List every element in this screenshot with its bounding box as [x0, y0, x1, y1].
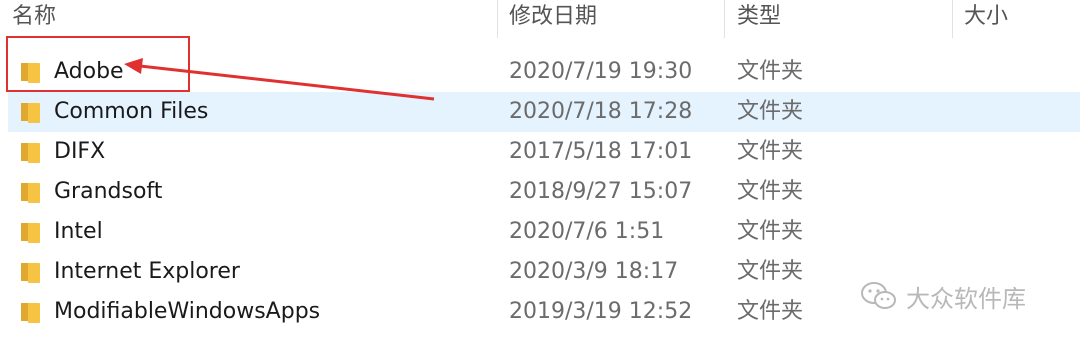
file-name: Intel	[54, 219, 103, 244]
file-date: 2020/7/18 17:28	[509, 99, 693, 124]
folder-icon	[21, 183, 40, 203]
file-date: 2020/3/9 18:17	[509, 259, 679, 284]
folder-icon	[21, 303, 40, 323]
file-row-grandsoft[interactable]: Grandsoft 2018/9/27 15:07 文件夹	[8, 172, 1080, 212]
file-type: 文件夹	[737, 219, 804, 244]
file-type: 文件夹	[737, 59, 804, 84]
file-type: 文件夹	[737, 139, 804, 164]
file-name: DIFX	[54, 139, 106, 164]
column-header-bar: 名称 修改日期 类型 大小	[0, 0, 1080, 38]
column-divider[interactable]	[724, 0, 725, 38]
wechat-icon	[861, 282, 896, 309]
watermark-text: 大众软件库	[906, 284, 1026, 313]
file-type: 文件夹	[737, 99, 804, 124]
file-date: 2017/5/18 17:01	[509, 139, 693, 164]
folder-icon	[21, 103, 40, 123]
file-row-difx[interactable]: DIFX 2017/5/18 17:01 文件夹	[8, 132, 1080, 172]
file-type: 文件夹	[737, 259, 804, 284]
file-date: 2019/3/19 12:52	[509, 299, 693, 324]
folder-icon	[21, 263, 40, 283]
column-header-size[interactable]: 大小	[964, 2, 1008, 36]
folder-icon	[21, 223, 40, 243]
file-name: Common Files	[54, 99, 209, 124]
column-divider[interactable]	[497, 0, 498, 38]
file-name: ModifiableWindowsApps	[54, 299, 321, 324]
column-header-name[interactable]: 名称	[12, 2, 56, 36]
file-name: Internet Explorer	[54, 259, 240, 284]
file-row-common-files[interactable]: Common Files 2020/7/18 17:28 文件夹	[8, 92, 1080, 132]
annotation-highlight-box	[6, 36, 190, 92]
file-type: 文件夹	[737, 299, 804, 324]
file-date: 2020/7/19 19:30	[509, 59, 693, 84]
file-row-intel[interactable]: Intel 2020/7/6 1:51 文件夹	[8, 212, 1080, 252]
column-header-date[interactable]: 修改日期	[509, 2, 597, 36]
column-header-type[interactable]: 类型	[737, 2, 781, 36]
watermark: 大众软件库	[860, 276, 1026, 316]
file-date: 2020/7/6 1:51	[509, 219, 665, 244]
file-name: Grandsoft	[54, 179, 163, 204]
folder-icon	[21, 143, 40, 163]
file-date: 2018/9/27 15:07	[509, 179, 693, 204]
column-divider[interactable]	[952, 0, 953, 38]
file-type: 文件夹	[737, 179, 804, 204]
